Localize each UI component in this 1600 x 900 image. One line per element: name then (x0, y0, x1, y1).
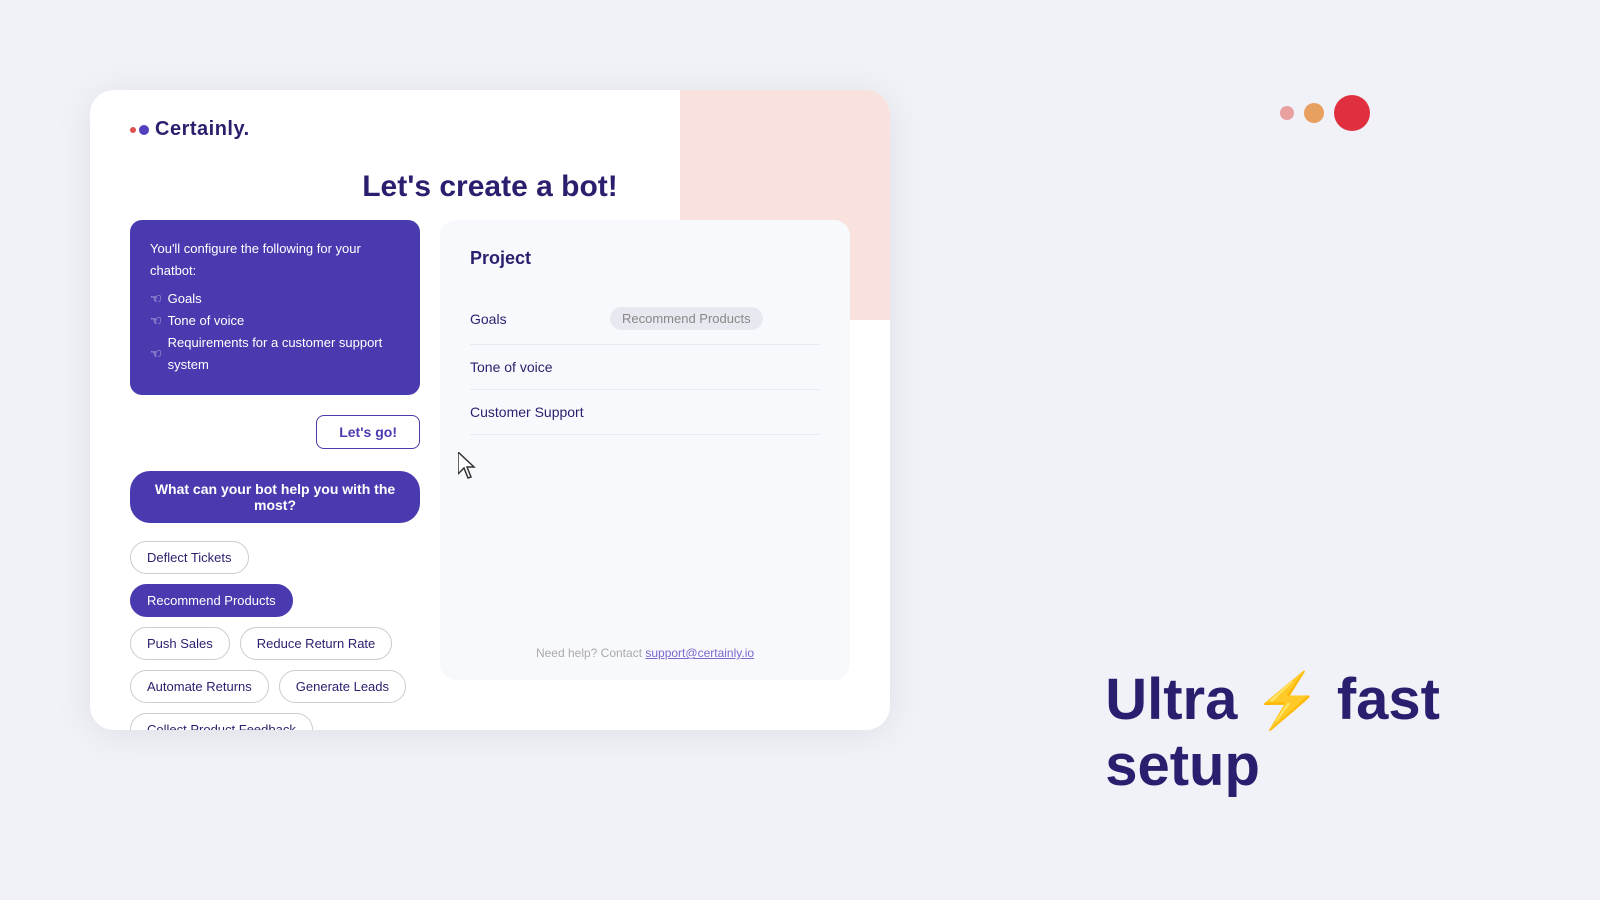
tagline-fast: fast (1337, 667, 1440, 732)
project-title: Project (470, 248, 820, 269)
goal-reduce-return-rate[interactable]: Reduce Return Rate (240, 627, 393, 660)
project-goals-value: Recommend Products (610, 307, 763, 330)
tagline-lightning-icon: ⚡ (1253, 671, 1320, 731)
goals-row-2: Push Sales Reduce Return Rate (130, 627, 420, 660)
project-row-goals: Goals Recommend Products (470, 293, 820, 345)
logo-dot-large (139, 125, 149, 135)
dot-maximize (1304, 103, 1324, 123)
info-box-item-goals: ☜ Goals (150, 288, 400, 310)
logo-dots (130, 125, 149, 135)
right-panel: Project Goals Recommend Products Tone of… (440, 220, 850, 680)
help-prefix: Need help? Contact (536, 646, 645, 660)
project-row-tone: Tone of voice (470, 345, 820, 390)
tagline-ultra: Ultra (1105, 667, 1253, 732)
project-row-support: Customer Support (470, 390, 820, 435)
requirements-label: Requirements for a customer support syst… (168, 332, 400, 376)
tone-emoji: ☜ (150, 310, 162, 332)
logo-text: Certainly. (155, 118, 250, 141)
main-card: Certainly. Let's create a bot! You'll co… (90, 90, 890, 730)
tagline-line1: Ultra ⚡ fast (1105, 667, 1440, 734)
help-email-link[interactable]: support@certainly.io (645, 646, 754, 660)
goals-row-4: Collect Product Feedback (130, 713, 420, 730)
goal-deflect-tickets[interactable]: Deflect Tickets (130, 541, 249, 574)
page-title: Let's create a bot! (90, 170, 890, 204)
question-prompt: What can your bot help you with the most… (130, 471, 420, 523)
goal-push-sales[interactable]: Push Sales (130, 627, 230, 660)
goals-row-1: Deflect Tickets Recommend Products (130, 541, 420, 617)
left-panel: You'll configure the following for your … (130, 220, 420, 730)
project-tone-label: Tone of voice (470, 359, 610, 375)
goal-automate-returns[interactable]: Automate Returns (130, 670, 269, 703)
dot-minimize (1280, 106, 1294, 120)
info-box-item-tone: ☜ Tone of voice (150, 310, 400, 332)
info-box: You'll configure the following for your … (130, 220, 420, 395)
project-support-label: Customer Support (470, 404, 610, 420)
requirements-emoji: ☜ (150, 343, 162, 365)
logo: Certainly. (130, 118, 250, 141)
goal-recommend-products[interactable]: Recommend Products (130, 584, 293, 617)
dot-close (1334, 95, 1370, 131)
goals-emoji: ☜ (150, 288, 162, 310)
tagline: Ultra ⚡ fast setup (1105, 667, 1440, 800)
lets-go-button[interactable]: Let's go! (316, 415, 420, 449)
window-controls (1280, 95, 1370, 131)
logo-dot-small (130, 127, 136, 133)
tone-label: Tone of voice (168, 310, 245, 332)
goals-grid: Deflect Tickets Recommend Products Push … (130, 541, 420, 730)
info-box-item-requirements: ☜ Requirements for a customer support sy… (150, 332, 400, 376)
tagline-line2: setup (1105, 733, 1440, 800)
goals-label: Goals (168, 288, 202, 310)
goals-row-3: Automate Returns Generate Leads (130, 670, 420, 703)
goal-collect-product-feedback[interactable]: Collect Product Feedback (130, 713, 313, 730)
project-goals-label: Goals (470, 311, 610, 327)
goal-generate-leads[interactable]: Generate Leads (279, 670, 406, 703)
help-text: Need help? Contact support@certainly.io (440, 646, 850, 660)
info-box-title: You'll configure the following for your … (150, 238, 400, 282)
